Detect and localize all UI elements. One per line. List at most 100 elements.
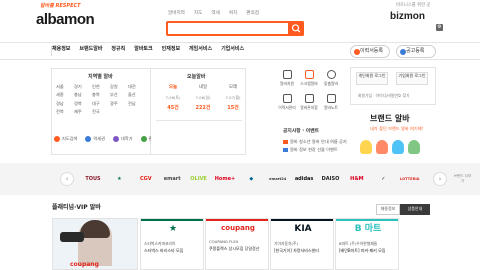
- region-item[interactable]: 경남: [56, 101, 74, 106]
- bizmon-tagline: 비즈니스를 위한 곳: [396, 3, 431, 8]
- job-count[interactable]: 15건: [218, 106, 248, 111]
- tab-day-after[interactable]: 모레: [218, 85, 248, 91]
- brand-logo-nike[interactable]: ✓: [370, 170, 396, 188]
- chevron-right-icon[interactable]: ›: [433, 172, 447, 186]
- region-item[interactable]: 울산: [128, 93, 146, 97]
- brand-logo-emart[interactable]: emart: [159, 170, 185, 188]
- quick-inbox[interactable]: 알바폰지함: [298, 94, 320, 111]
- brand-logo-starbucks[interactable]: ★: [106, 170, 132, 188]
- resume-register-label: 이력서등록: [360, 48, 384, 54]
- brand-logo-adidas[interactable]: adidas: [291, 170, 317, 188]
- brand-logo-olive[interactable]: OLIVE: [186, 170, 212, 188]
- quick-apply[interactable]: 알바지원: [276, 70, 298, 87]
- personal-login-label: 개인회원 로그인: [358, 73, 386, 78]
- map-search-link[interactable]: 지도검색: [54, 136, 77, 142]
- job-card[interactable]: ★ 스타벅스커피코리아 스타벅스 바리스타 모집: [140, 218, 204, 270]
- region-title: 지역별 알바: [88, 74, 113, 80]
- nav-item[interactable]: 정규직: [111, 47, 125, 52]
- card-accent: [206, 219, 268, 221]
- region-item[interactable]: 전북: [56, 109, 74, 114]
- bizmon-logo[interactable]: bizmon: [390, 12, 425, 22]
- signup-links[interactable]: 회원가입 · 아이디/비밀번호 찾기: [358, 94, 410, 98]
- job-card[interactable]: B 마트 B마트 (주)우아한형제들 [배민B마트] 피커·패커 모집: [335, 218, 399, 270]
- job-card[interactable]: coupang COUPANG FLEX 쿠팡플렉스 상시모집 당일정산: [205, 218, 269, 270]
- brand-logo-more[interactable]: 브랜드 더보기: [449, 170, 475, 188]
- brand-logo-hm[interactable]: H&M: [344, 170, 370, 188]
- job-count[interactable]: 222건: [188, 106, 218, 111]
- chevron-left-icon[interactable]: ‹: [60, 172, 74, 186]
- nav-item[interactable]: 브랜드알바: [79, 47, 102, 52]
- binoculars-image: [60, 232, 84, 242]
- region-item[interactable]: 대전: [128, 84, 146, 89]
- region-item[interactable]: 충남: [74, 93, 92, 97]
- region-item[interactable]: 강원: [110, 84, 128, 89]
- region-item[interactable]: 전남: [128, 101, 146, 106]
- quick-scrap[interactable]: 스크랩알바: [298, 70, 320, 87]
- brand-logo-text: adidas: [294, 176, 314, 182]
- search-icon: [291, 24, 301, 33]
- search-input[interactable]: [166, 21, 304, 36]
- region-item[interactable]: 서울: [56, 84, 74, 89]
- brand-logo-cgv[interactable]: CGV: [133, 170, 159, 188]
- nav-item[interactable]: 게임서비스: [189, 47, 212, 52]
- brand-logo-lotteria[interactable]: LOTTERIA: [397, 170, 423, 188]
- tab-tomorrow[interactable]: 내일: [188, 85, 218, 91]
- notice-item[interactable]: 알바 청소년 알바 안내 여름 공지: [283, 139, 347, 144]
- quick-note[interactable]: 알바노트: [320, 94, 342, 111]
- mascot-image: [376, 140, 388, 154]
- region-item[interactable]: 경기: [74, 84, 92, 89]
- shortcut-link[interactable]: 알바지역: [168, 11, 185, 17]
- quick-custom[interactable]: 맞춤알바: [320, 70, 342, 87]
- region-item[interactable]: 전국: [92, 109, 110, 114]
- region-item[interactable]: 제주: [74, 109, 92, 114]
- region-item[interactable]: 경북: [74, 101, 92, 106]
- quick-resume[interactable]: 이력서관리: [276, 94, 298, 111]
- brand-logo-daiso[interactable]: DAISO: [318, 170, 344, 188]
- region-item[interactable]: 부산: [110, 93, 128, 97]
- tab-today[interactable]: 오늘: [158, 85, 188, 91]
- gear-icon[interactable]: ⚙: [436, 24, 443, 31]
- job-title: [한국기아] 차량서비스센터: [274, 247, 319, 253]
- link-label: 대학가: [120, 135, 133, 141]
- region-item[interactable]: 인천: [92, 84, 110, 89]
- nav-item[interactable]: 채용정보: [52, 47, 70, 52]
- brand-logo-emart24[interactable]: emart24: [265, 170, 291, 188]
- post-job-label: 공고등록: [406, 48, 425, 54]
- region-item[interactable]: 세종: [56, 93, 74, 97]
- station-link[interactable]: 역세권: [85, 136, 105, 142]
- card-accent: [141, 219, 203, 221]
- region-item[interactable]: 광주: [110, 101, 128, 106]
- albamon-logo[interactable]: albamon: [36, 12, 95, 27]
- subway-icon: [85, 136, 92, 142]
- job-card[interactable]: KIA 기아자동차(주) [한국기아] 차량서비스센터: [270, 218, 334, 270]
- brand-logo-homeplus[interactable]: Home+: [212, 170, 238, 188]
- notice-item[interactable]: 알바 정보 현장 선물 이벤트: [283, 147, 338, 152]
- card-accent: [271, 219, 333, 221]
- notice-title[interactable]: 공지사항 · 이벤트: [283, 129, 319, 135]
- shortcut-link[interactable]: 위치: [229, 11, 237, 17]
- quick-label: 알바노트: [324, 105, 338, 110]
- shortcut-link[interactable]: 편의점: [246, 11, 259, 17]
- search-button[interactable]: [288, 21, 304, 36]
- nav-item[interactable]: 기업서비스: [221, 47, 244, 52]
- company-name: 기아자동차(주): [274, 241, 298, 246]
- shortcut-link[interactable]: 지도: [194, 11, 202, 17]
- region-item[interactable]: 대구: [92, 101, 110, 106]
- region-item[interactable]: 충북: [92, 93, 110, 97]
- quick-label: 이력서관리: [278, 105, 296, 110]
- quick-label: 알바지원: [280, 81, 294, 86]
- business-login-label: 기업회원 로그인: [398, 73, 426, 78]
- today-tabs: 오늘 내일 모레: [158, 85, 248, 91]
- notice-text: 알바 정보 현장 선물 이벤트: [290, 147, 338, 152]
- brand-logo-tous[interactable]: TOUS: [80, 170, 106, 188]
- brand-logo-dominos[interactable]: ◆: [238, 170, 264, 188]
- company-logo: coupang: [221, 224, 255, 232]
- job-count[interactable]: 45건: [158, 106, 188, 111]
- campus-link[interactable]: 대학가: [112, 135, 133, 142]
- nav-item[interactable]: 알바토크: [134, 47, 152, 52]
- today-panel: [151, 68, 246, 155]
- shortcut-link[interactable]: 역세: [211, 11, 219, 17]
- brand-logo-list: TOUS ★ CGV emart OLIVE Home+ ◆ emart24 adidas DAI…: [80, 170, 476, 188]
- job-info-label: 채용정보: [380, 206, 396, 211]
- nav-item[interactable]: 인재정보: [162, 47, 180, 52]
